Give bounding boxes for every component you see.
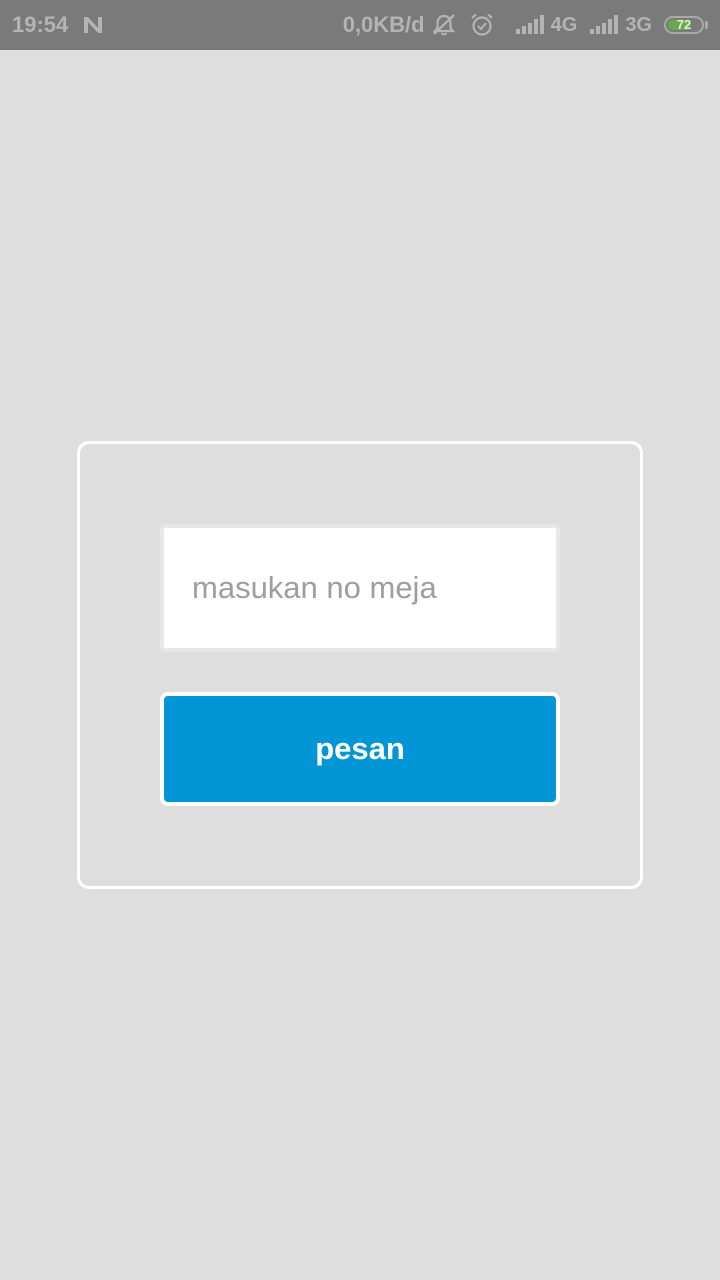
order-button[interactable]: pesan [160, 692, 560, 806]
status-bar: 19:54 0,0KB/d 4G 3G 72 [0, 0, 720, 50]
table-number-input[interactable] [160, 524, 560, 652]
signal-icon [589, 14, 619, 36]
table-number-card [77, 441, 643, 889]
signal-icon [515, 14, 545, 36]
battery-icon: 72 [664, 16, 708, 34]
bell-off-icon [431, 13, 457, 37]
network-type-1: 4G [550, 13, 578, 36]
data-rate: 0,0KB/d [342, 12, 425, 37]
network-type-2: 3G [625, 13, 652, 36]
n-notification-icon [82, 15, 104, 35]
alarm-clock-icon [469, 12, 495, 38]
status-time: 19:54 [12, 12, 69, 37]
battery-level: 72 [676, 17, 692, 32]
